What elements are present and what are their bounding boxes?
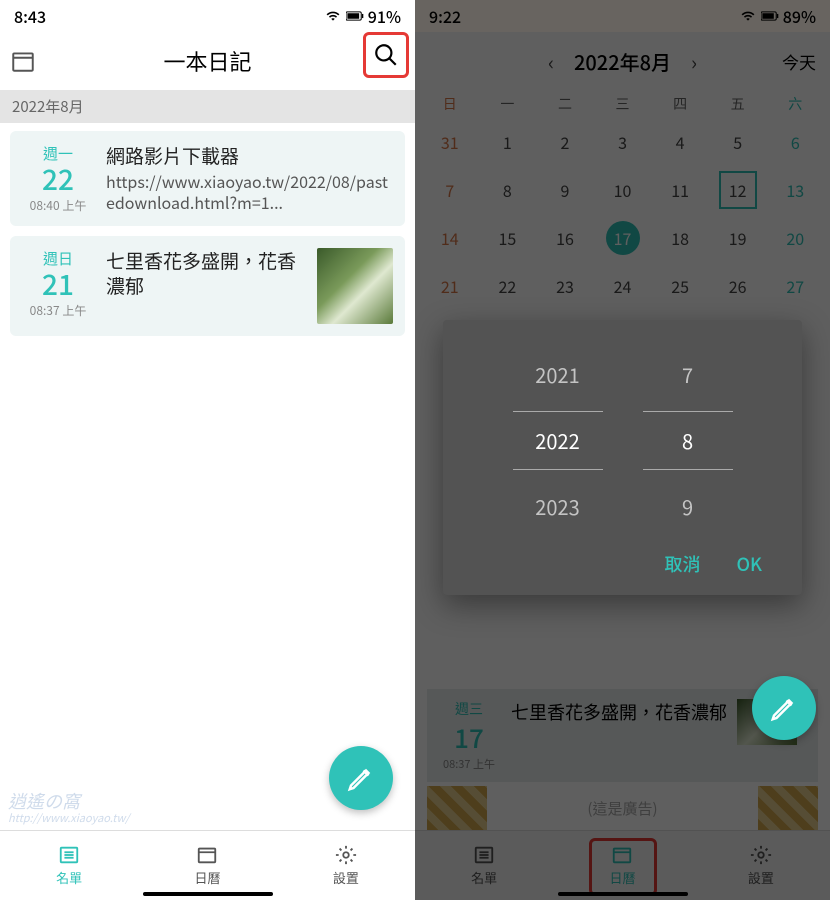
- home-indicator: [143, 892, 273, 896]
- pencil-icon: [346, 763, 376, 793]
- month-selected[interactable]: 8: [643, 411, 733, 470]
- entry-url: https://www.xiaoyao.tw/2022/08/pastedown…: [106, 171, 393, 214]
- nav-label: 日曆: [194, 868, 220, 887]
- entry-time: 08:40 上午: [22, 197, 94, 214]
- search-highlight: [363, 32, 409, 78]
- month-option[interactable]: 7: [682, 360, 693, 389]
- entry-date: 週日 21 08:37 上午: [22, 248, 94, 324]
- entry[interactable]: 週一 22 08:40 上午 網路影片下載器 https://www.xiaoy…: [10, 131, 405, 226]
- phone-right: 9:22 89% ‹ 2022年8月 › 今天 日 一 二 三 四 五 六: [415, 0, 830, 900]
- nav-calendar[interactable]: 日曆: [138, 831, 276, 900]
- compose-fab[interactable]: [752, 676, 816, 740]
- nav-label: 設置: [333, 868, 359, 887]
- app-title: 一本日記: [163, 45, 251, 77]
- entry-day: 21: [22, 269, 94, 300]
- bottom-nav: 名單 日曆 設置: [0, 830, 415, 900]
- watermark-url: http://www.xiaoyao.tw/: [8, 812, 130, 824]
- gear-icon: [333, 844, 359, 866]
- entry-date: 週一 22 08:40 上午: [22, 143, 94, 214]
- month-option[interactable]: 9: [682, 492, 693, 521]
- calendar-icon: [194, 844, 220, 866]
- battery-pct: 91%: [368, 4, 401, 28]
- year-option[interactable]: 2023: [535, 492, 579, 521]
- watermark-text: 逍遙の窩: [8, 792, 130, 812]
- wifi-icon: [324, 9, 342, 23]
- list-icon: [56, 844, 82, 866]
- phone-left: 8:43 91% 一本日記 2022年8月 週一 22 08:40 上午 網路影…: [0, 0, 415, 900]
- entry-body: 七里香花多盛開，花香濃郁: [106, 248, 305, 324]
- entry-title: 七里香花多盛開，花香濃郁: [106, 248, 305, 299]
- date-picker-dialog: 2021 2022 2023 7 8 9 取消 OK: [443, 320, 802, 595]
- entry-day: 22: [22, 164, 94, 195]
- dialog-actions: 取消 OK: [463, 551, 782, 577]
- year-column[interactable]: 2021 2022 2023: [513, 360, 603, 521]
- nav-settings[interactable]: 設置: [277, 831, 415, 900]
- year-selected[interactable]: 2022: [513, 411, 603, 470]
- cancel-button[interactable]: 取消: [664, 551, 700, 577]
- compose-fab[interactable]: [329, 746, 393, 810]
- appbar: 一本日記: [0, 32, 415, 90]
- section-header: 2022年8月: [0, 90, 415, 123]
- status-icons: 91%: [324, 4, 401, 28]
- entry-body: 網路影片下載器 https://www.xiaoyao.tw/2022/08/p…: [106, 143, 393, 214]
- home-indicator: [558, 892, 688, 896]
- pencil-icon: [769, 693, 799, 723]
- status-time: 8:43: [14, 4, 46, 28]
- calendar-icon[interactable]: [10, 48, 36, 74]
- search-icon[interactable]: [373, 42, 399, 68]
- year-option[interactable]: 2021: [535, 360, 579, 389]
- ok-button[interactable]: OK: [736, 551, 762, 577]
- battery-icon: [346, 9, 364, 23]
- watermark: 逍遙の窩 http://www.xiaoyao.tw/: [8, 792, 130, 824]
- entry-title: 網路影片下載器: [106, 143, 393, 169]
- picker: 2021 2022 2023 7 8 9: [463, 360, 782, 521]
- entry-list: 週一 22 08:40 上午 網路影片下載器 https://www.xiaoy…: [0, 123, 415, 344]
- entry-time: 08:37 上午: [22, 302, 94, 319]
- month-column[interactable]: 7 8 9: [643, 360, 733, 521]
- nav-list[interactable]: 名單: [0, 831, 138, 900]
- statusbar: 8:43 91%: [0, 0, 415, 32]
- nav-label: 名單: [56, 868, 82, 887]
- entry-thumbnail: [317, 248, 393, 324]
- entry[interactable]: 週日 21 08:37 上午 七里香花多盛開，花香濃郁: [10, 236, 405, 336]
